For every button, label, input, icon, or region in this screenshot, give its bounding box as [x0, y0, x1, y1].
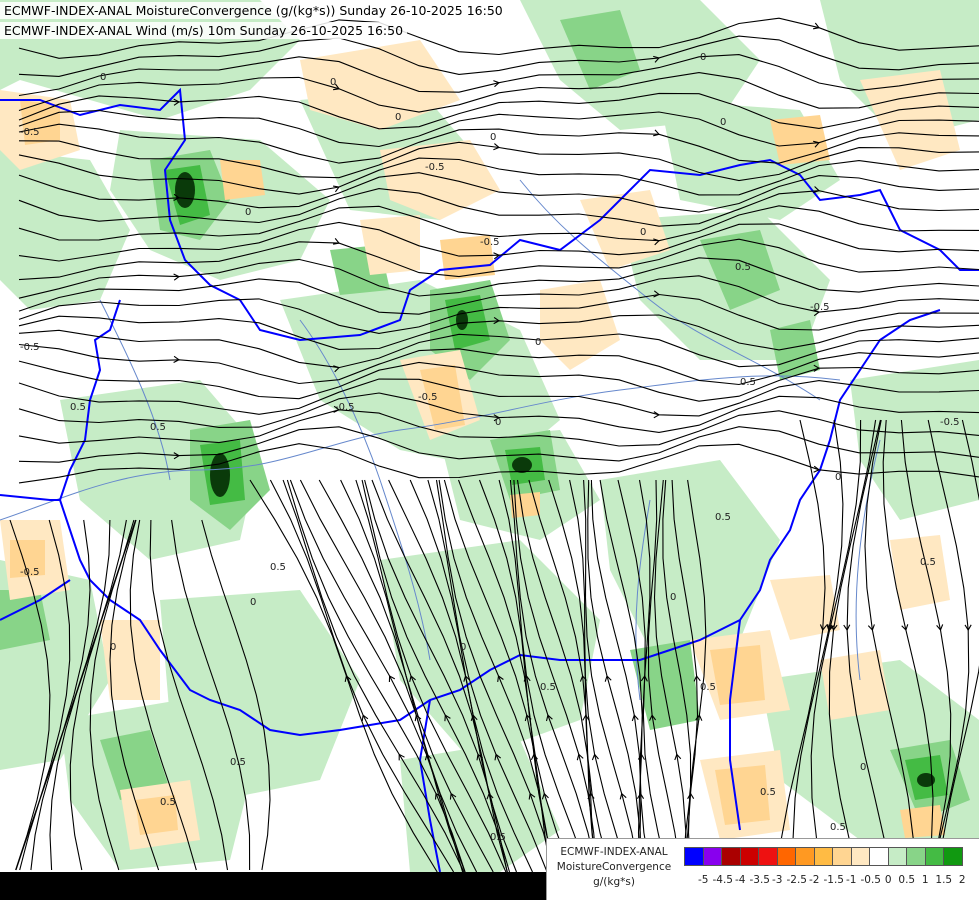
- contour-label: 0.5: [160, 797, 176, 808]
- contour-label: 0: [490, 132, 496, 143]
- moisture-convergence-title: ECMWF-INDEX-ANAL MoistureConvergence (g/…: [0, 2, 507, 19]
- legend-tick-label: 0: [884, 874, 892, 886]
- legend-swatch: [869, 847, 889, 866]
- legend-tick-label: -0.5: [860, 874, 882, 886]
- legend-swatch: [906, 847, 926, 866]
- contour-label: 0: [700, 52, 706, 63]
- legend-swatch: [832, 847, 852, 866]
- legend-swatch: [813, 847, 833, 866]
- legend-swatch: [702, 847, 722, 866]
- contour-label: 0.5: [830, 822, 846, 833]
- legend-swatch: [721, 847, 741, 866]
- legend-tick-label: -3.5: [749, 874, 771, 886]
- legend-title: ECMWF-INDEX-ANAL MoistureConvergence g/(…: [549, 845, 679, 890]
- legend-swatch: [887, 847, 907, 866]
- legend-swatch: [850, 847, 870, 866]
- contour-label: 0.5: [540, 682, 556, 693]
- legend-ticks: -5 -4.5 -4 -3.5 -3 -2.5 -2 -1.5 -1 -0.5 0 0.5 1 1.5 2: [694, 874, 972, 886]
- legend-tick-label: -4.5: [712, 874, 734, 886]
- contour-label: 0: [720, 117, 726, 128]
- legend-tick-label: 1.5: [935, 874, 953, 886]
- legend-tick-label: -1.5: [823, 874, 845, 886]
- map-viewer: -0.5 0 0 0 -0.5 -0.5 0 0.5 -0.5 0.5 0 -0.5 -0.5 0.5 0.…: [0, 0, 979, 900]
- contour-label: 0: [100, 72, 106, 83]
- contour-label: 0.5: [920, 557, 936, 568]
- legend-swatch: [776, 847, 796, 866]
- contour-label: 0.5: [490, 832, 506, 843]
- contour-label: -0.5: [335, 402, 355, 413]
- legend-tick-label: -3: [772, 874, 783, 886]
- legend-swatch: [758, 847, 778, 866]
- contour-label: 0.5: [715, 512, 731, 523]
- contour-label: 0: [835, 472, 841, 483]
- contour-label: 0: [535, 337, 541, 348]
- legend-tick-label: -5: [698, 874, 709, 886]
- contour-label: -0.5: [810, 302, 830, 313]
- contour-label: -0.5: [425, 162, 445, 173]
- legend-tick-label: -4: [735, 874, 746, 886]
- contour-label: -0.5: [480, 237, 500, 248]
- contour-label: 0.5: [270, 562, 286, 573]
- legend-tick-label: 0.5: [898, 874, 916, 886]
- contour-label: 0: [860, 762, 866, 773]
- contour-label: 0: [460, 642, 466, 653]
- contour-label: -0.5: [20, 127, 40, 138]
- contour-label: 0: [670, 592, 676, 603]
- legend-swatches: [684, 847, 963, 866]
- contour-label: -0.5: [20, 342, 40, 353]
- moisture-convergence-map[interactable]: -0.5000-0.5-0.500.5-0.50.50-0.5-0.50.50.…: [0, 0, 979, 900]
- legend-tick-label: 1: [921, 874, 929, 886]
- legend-swatch: [943, 847, 963, 866]
- contour-label: 0: [245, 207, 251, 218]
- legend-swatch: [795, 847, 815, 866]
- contour-label: -0.5: [418, 392, 438, 403]
- contour-label: 0: [250, 597, 256, 608]
- legend-tick-label: -2: [809, 874, 820, 886]
- contour-label: 0: [330, 77, 336, 88]
- wind-title: ECMWF-INDEX-ANAL Wind (m/s) 10m Sunday 2…: [0, 22, 408, 39]
- contour-label: 0: [110, 642, 116, 653]
- legend-swatch: [924, 847, 944, 866]
- legend-title-line: ECMWF-INDEX-ANAL: [560, 846, 668, 858]
- contour-label: -0.5: [20, 567, 40, 578]
- legend-tick-label: -1: [846, 874, 857, 886]
- legend-title-line: MoistureConvergence: [556, 861, 672, 873]
- contour-label: 0.5: [70, 402, 86, 413]
- legend-title-line: g/(kg*s): [593, 876, 635, 888]
- contour-label: 0: [640, 227, 646, 238]
- legend-tick-label: 2: [958, 874, 966, 886]
- contour-label: 0.5: [760, 787, 776, 798]
- contour-label: 0.5: [150, 422, 166, 433]
- contour-label: 0.5: [735, 262, 751, 273]
- legend-swatch: [739, 847, 759, 866]
- contour-label: 0: [395, 112, 401, 123]
- legend-tick-label: -2.5: [786, 874, 808, 886]
- contour-label: -0.5: [940, 417, 960, 428]
- contour-label: 0.5: [230, 757, 246, 768]
- contour-label: 0.5: [700, 682, 716, 693]
- contour-label: 0.5: [740, 377, 756, 388]
- legend-swatch: [684, 847, 704, 866]
- color-legend: ECMWF-INDEX-ANAL MoistureConvergence g/(…: [546, 838, 979, 900]
- contour-label: 0: [495, 417, 501, 428]
